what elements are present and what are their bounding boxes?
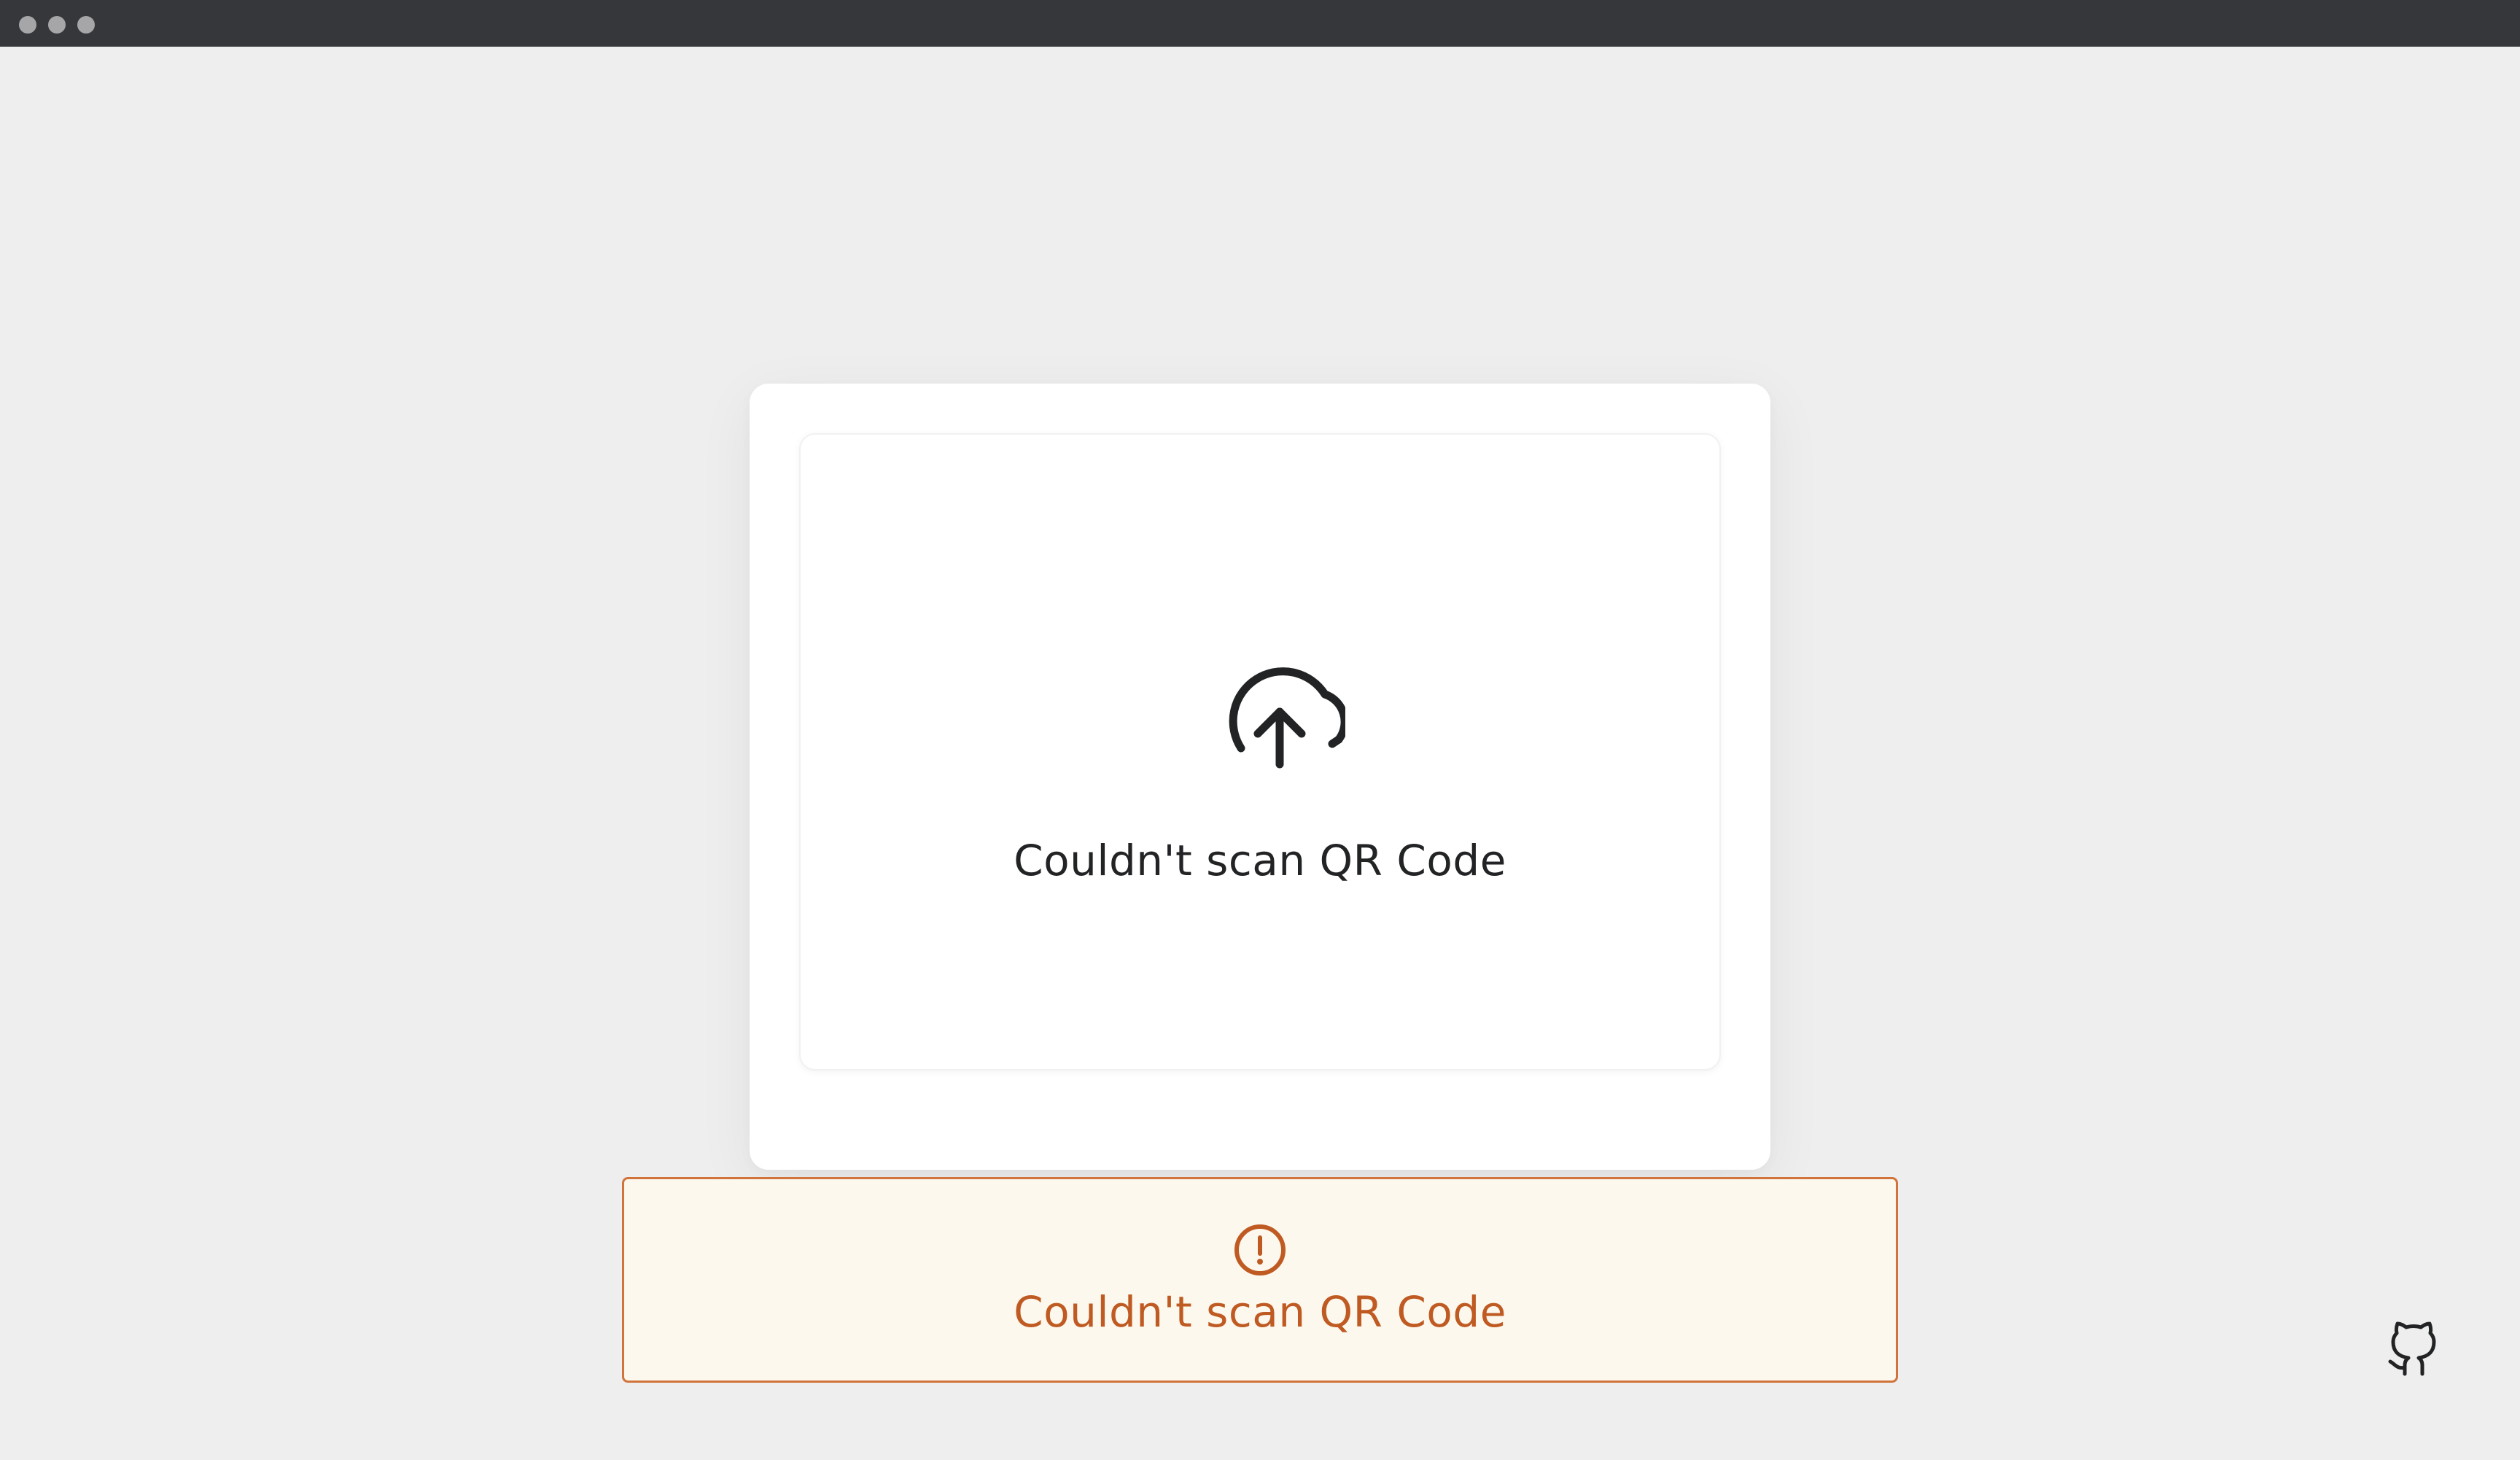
dropzone-message: Couldn't scan QR Code xyxy=(1014,836,1506,885)
github-icon[interactable] xyxy=(2383,1316,2444,1380)
upload-card: Couldn't scan QR Code xyxy=(750,384,1770,1170)
window-titlebar xyxy=(0,0,2520,47)
window-maximize-button[interactable] xyxy=(77,16,95,34)
page-content: Couldn't scan QR Code Couldn't scan QR C… xyxy=(0,47,2520,1460)
error-alert: Couldn't scan QR Code xyxy=(622,1177,1898,1383)
error-message: Couldn't scan QR Code xyxy=(1014,1287,1506,1337)
qr-dropzone[interactable]: Couldn't scan QR Code xyxy=(799,433,1721,1071)
cloud-upload-icon xyxy=(1229,667,1345,769)
window-close-button[interactable] xyxy=(19,16,36,34)
alert-circle-icon xyxy=(1234,1224,1286,1275)
window-minimize-button[interactable] xyxy=(48,16,66,34)
